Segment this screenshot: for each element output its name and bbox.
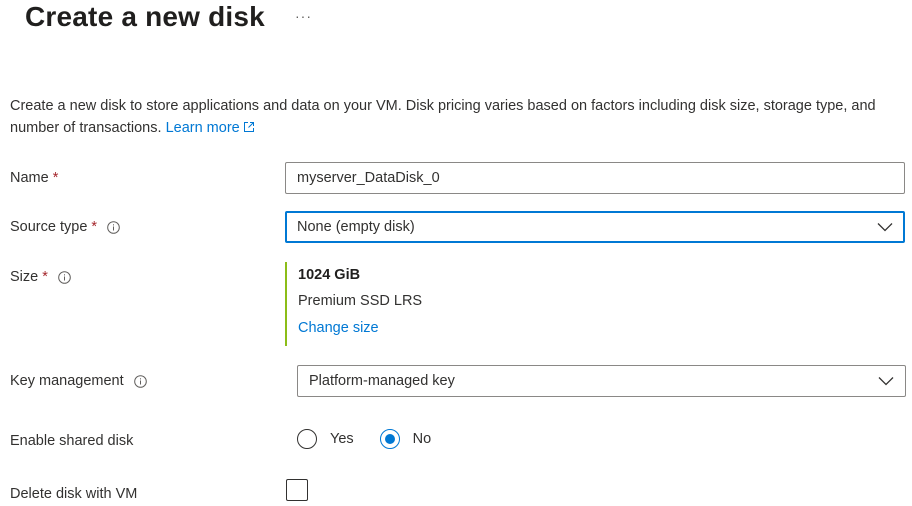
- source-type-dropdown[interactable]: None (empty disk): [285, 211, 905, 243]
- shared-disk-radio-group: Yes No: [297, 427, 457, 451]
- size-tier: Premium SSD LRS: [298, 293, 423, 309]
- change-size-link[interactable]: Change size: [298, 320, 379, 336]
- chevron-down-icon: [877, 223, 893, 232]
- radio-label-no: No: [412, 431, 432, 447]
- size-label-text: Size: [10, 269, 39, 285]
- name-label-text: Name: [10, 170, 49, 186]
- more-options-button[interactable]: ···: [295, 6, 312, 26]
- delete-with-vm-checkbox[interactable]: [286, 479, 308, 501]
- info-icon[interactable]: [107, 220, 120, 234]
- chevron-down-icon: [878, 377, 894, 386]
- key-management-dropdown[interactable]: Platform-managed key: [297, 365, 906, 397]
- external-link-icon: [243, 122, 254, 132]
- name-input[interactable]: myserver_DataDisk_0: [285, 162, 905, 194]
- required-indicator: *: [52, 170, 59, 186]
- source-type-label-text: Source type: [10, 219, 88, 235]
- size-summary: 1024 GiB Premium SSD LRS Change size: [285, 262, 422, 346]
- size-value: 1024 GiB: [298, 267, 361, 283]
- learn-more-link[interactable]: Learn more: [166, 120, 255, 136]
- source-type-value: None (empty disk): [297, 219, 415, 235]
- radio-circle-selected[interactable]: [379, 429, 400, 449]
- source-type-label: Source type *: [10, 217, 120, 237]
- delete-with-vm-label: Delete disk with VM: [10, 486, 138, 502]
- shared-disk-yes-radio[interactable]: Yes: [297, 429, 354, 449]
- size-label: Size *: [10, 267, 71, 287]
- key-management-label-text: Key management: [10, 373, 124, 389]
- radio-label-yes: Yes: [330, 431, 354, 447]
- shared-disk-label: Enable shared disk: [10, 433, 134, 449]
- key-management-value: Platform-managed key: [309, 373, 455, 389]
- info-icon[interactable]: [133, 374, 147, 388]
- info-icon[interactable]: [58, 270, 71, 284]
- shared-disk-no-radio[interactable]: No: [379, 429, 432, 449]
- learn-more-label: Learn more: [165, 120, 240, 136]
- radio-circle[interactable]: [297, 429, 317, 449]
- page-title: Create a new disk: [25, 1, 265, 32]
- description-text: Create a new disk to store applications …: [10, 98, 876, 136]
- key-management-label: Key management: [10, 371, 147, 391]
- required-indicator: *: [42, 269, 48, 285]
- name-label: Name *: [10, 168, 58, 188]
- name-input-value: myserver_DataDisk_0: [297, 170, 440, 186]
- required-indicator: *: [91, 219, 98, 235]
- page-description: Create a new disk to store applications …: [10, 95, 905, 139]
